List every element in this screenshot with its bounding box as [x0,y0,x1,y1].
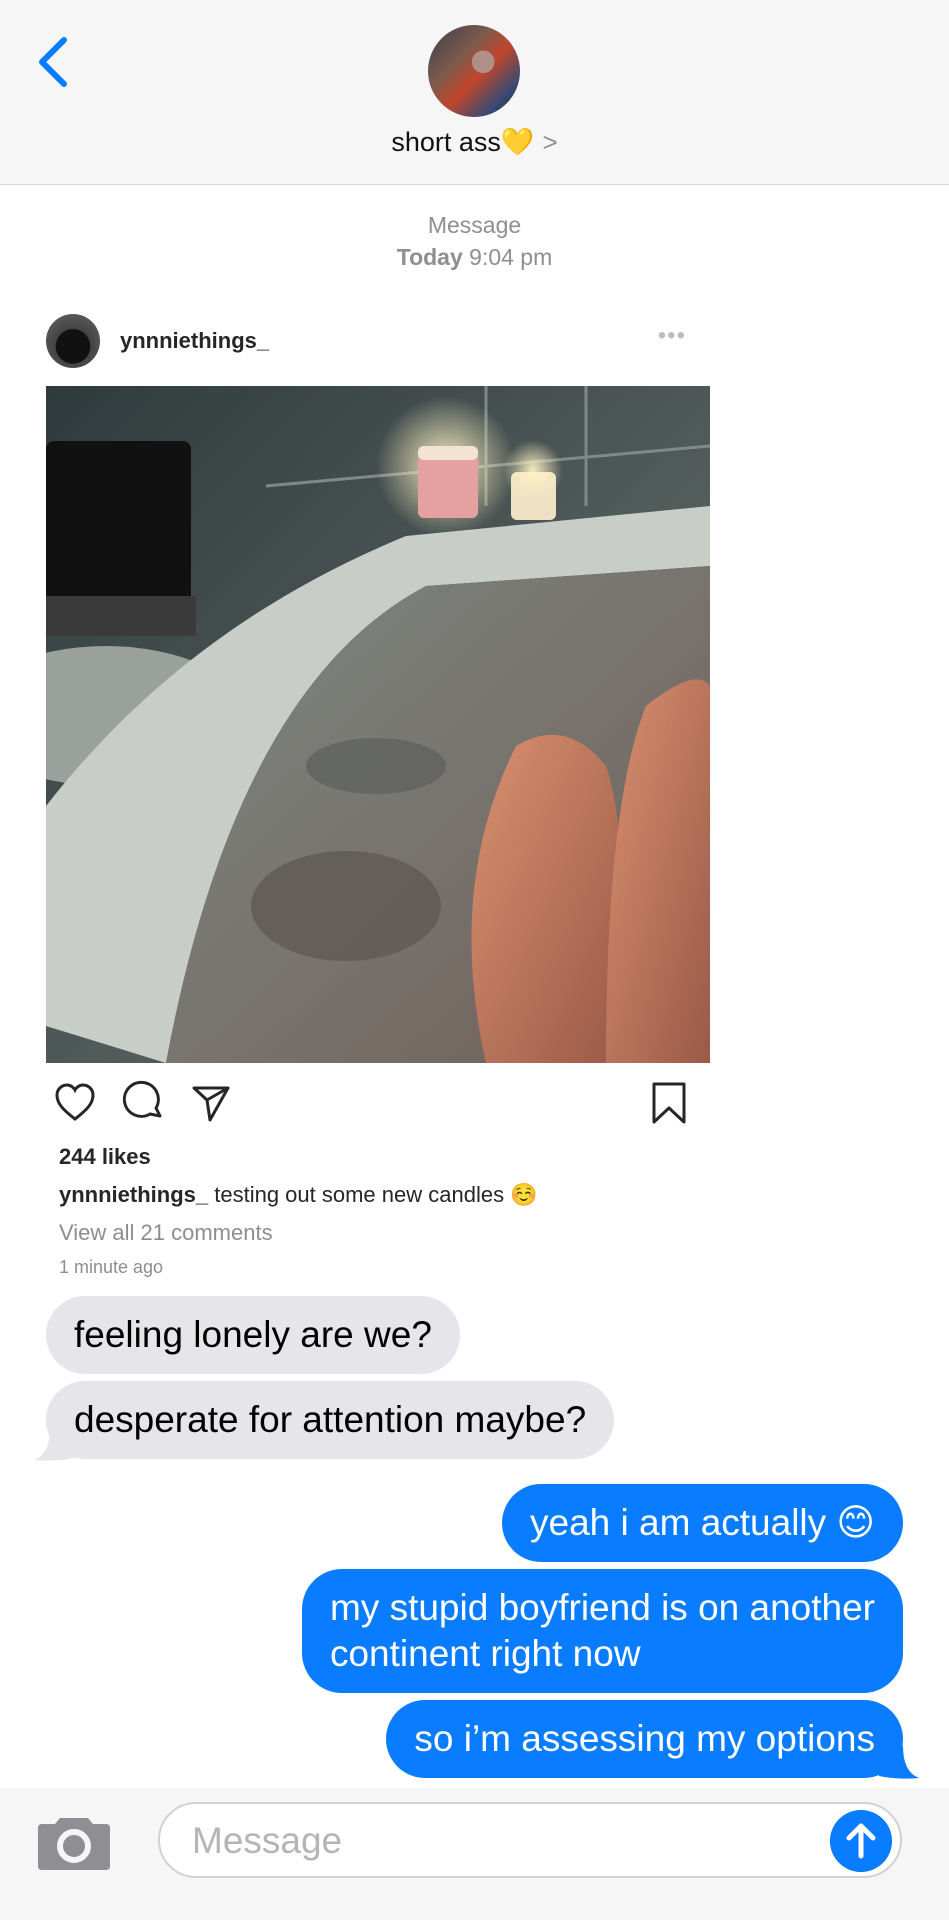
incoming-message-bubble[interactable]: feeling lonely are we? [46,1296,460,1374]
caption-username[interactable]: ynnniethings_ [59,1182,208,1207]
contact-avatar[interactable] [428,25,520,117]
timestamp-date: Today 9:04 pm [0,244,949,271]
message-composer-bar [0,1788,949,1920]
caption-text: testing out some new candles ☺️ [208,1182,538,1207]
post-action-bar [46,1080,710,1126]
send-arrow-icon[interactable] [830,1810,892,1872]
message-text: yeah i am actually 😊 [530,1502,875,1543]
likes-count[interactable]: 244 likes [59,1144,151,1170]
shared-post-header[interactable]: ynnniethings_ ••• [46,314,706,368]
camera-icon[interactable] [38,1812,110,1870]
timestamp-time: 9:04 pm [469,244,553,270]
more-options-icon[interactable]: ••• [658,322,686,350]
message-text: desperate for attention maybe? [74,1399,587,1440]
post-caption: ynnniethings_ testing out some new candl… [59,1182,538,1208]
bookmark-icon[interactable] [646,1080,692,1126]
timestamp-label: Message [427,212,522,238]
post-time-ago: 1 minute ago [59,1257,164,1277]
outgoing-message-bubble[interactable]: so i’m assessing my options [386,1700,903,1778]
message-text: feeling lonely are we? [74,1314,432,1355]
comment-icon[interactable] [120,1080,166,1126]
incoming-bubble-tail [34,1428,74,1461]
message-input[interactable] [190,1814,794,1868]
outgoing-message-bubble[interactable]: yeah i am actually 😊 [502,1484,903,1562]
contact-name-button[interactable]: short ass💛 > [0,126,949,158]
post-author-avatar[interactable] [46,314,100,368]
bathtub-photo-image [46,386,710,1063]
view-all-comments-link[interactable]: View all 21 comments [59,1220,273,1246]
heart-icon[interactable] [52,1080,98,1126]
outgoing-bubble-tail [879,1746,919,1779]
contact-name: short ass💛 [391,127,535,157]
message-field[interactable] [158,1802,902,1878]
incoming-message-bubble[interactable]: desperate for attention maybe? [46,1381,615,1459]
chevron-right-icon: > [542,127,558,157]
message-text-line: my stupid boyfriend is on another [329,1587,875,1628]
post-username[interactable]: ynnniethings_ [120,328,269,354]
post-photo[interactable] [46,386,710,1063]
timestamp-day: Today [396,244,463,270]
back-chevron-icon[interactable] [30,30,80,94]
message-text-line: continent right now [329,1633,641,1674]
outgoing-message-bubble[interactable]: my stupid boyfriend is on another contin… [301,1569,903,1693]
conversation-header: short ass💛 > [0,0,949,185]
message-text: so i’m assessing my options [414,1718,875,1759]
share-icon[interactable] [188,1080,234,1126]
